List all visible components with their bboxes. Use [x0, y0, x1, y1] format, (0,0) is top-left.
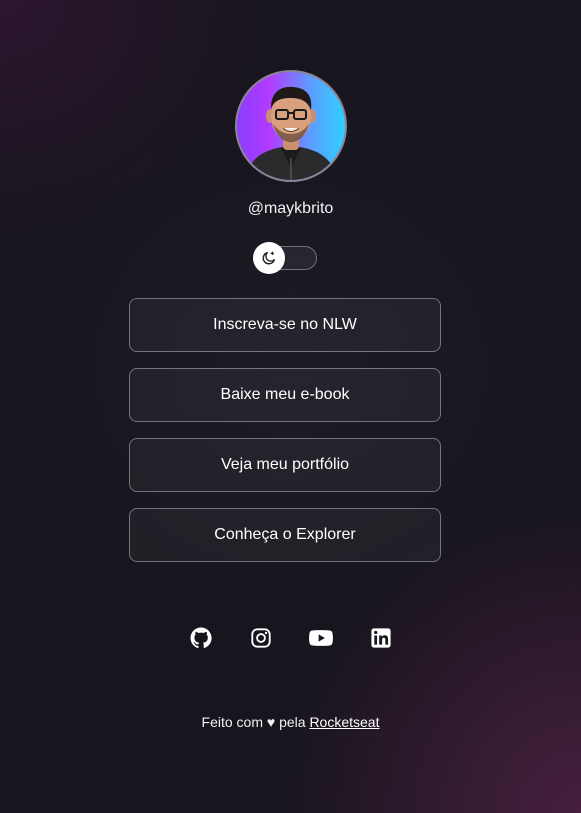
- link-button-portfolio[interactable]: Veja meu portfólio: [129, 438, 441, 492]
- github-icon: [190, 627, 212, 649]
- youtube-icon: [309, 630, 333, 646]
- link-button-nlw[interactable]: Inscreva-se no NLW: [129, 298, 441, 352]
- profile-handle: @maykbrito: [247, 200, 334, 217]
- moon-icon: [262, 251, 275, 265]
- footer-text: Feito com ♥ pela: [201, 714, 310, 730]
- link-button-explorer[interactable]: Conheça o Explorer: [129, 508, 441, 562]
- instagram-link[interactable]: [247, 624, 275, 652]
- avatar-portrait: [244, 86, 337, 180]
- theme-toggle-knob[interactable]: [253, 242, 285, 274]
- rocketseat-link[interactable]: Rocketseat: [309, 714, 379, 730]
- link-list: Inscreva-se no NLW Baixe meu e-book Veja…: [129, 298, 441, 578]
- avatar: [234, 70, 347, 182]
- page: @maykbrito Inscreva-se no NLW Baixe meu …: [0, 0, 581, 813]
- profile: @maykbrito: [0, 70, 581, 219]
- instagram-icon: [251, 628, 271, 648]
- footer: Feito com ♥ pela Rocketseat: [0, 713, 581, 731]
- social-links: [187, 624, 395, 652]
- theme-toggle[interactable]: [253, 242, 317, 274]
- linkedin-link[interactable]: [367, 624, 395, 652]
- github-link[interactable]: [187, 624, 215, 652]
- youtube-link[interactable]: [307, 624, 335, 652]
- linkedin-icon: [371, 628, 391, 648]
- link-button-ebook[interactable]: Baixe meu e-book: [129, 368, 441, 422]
